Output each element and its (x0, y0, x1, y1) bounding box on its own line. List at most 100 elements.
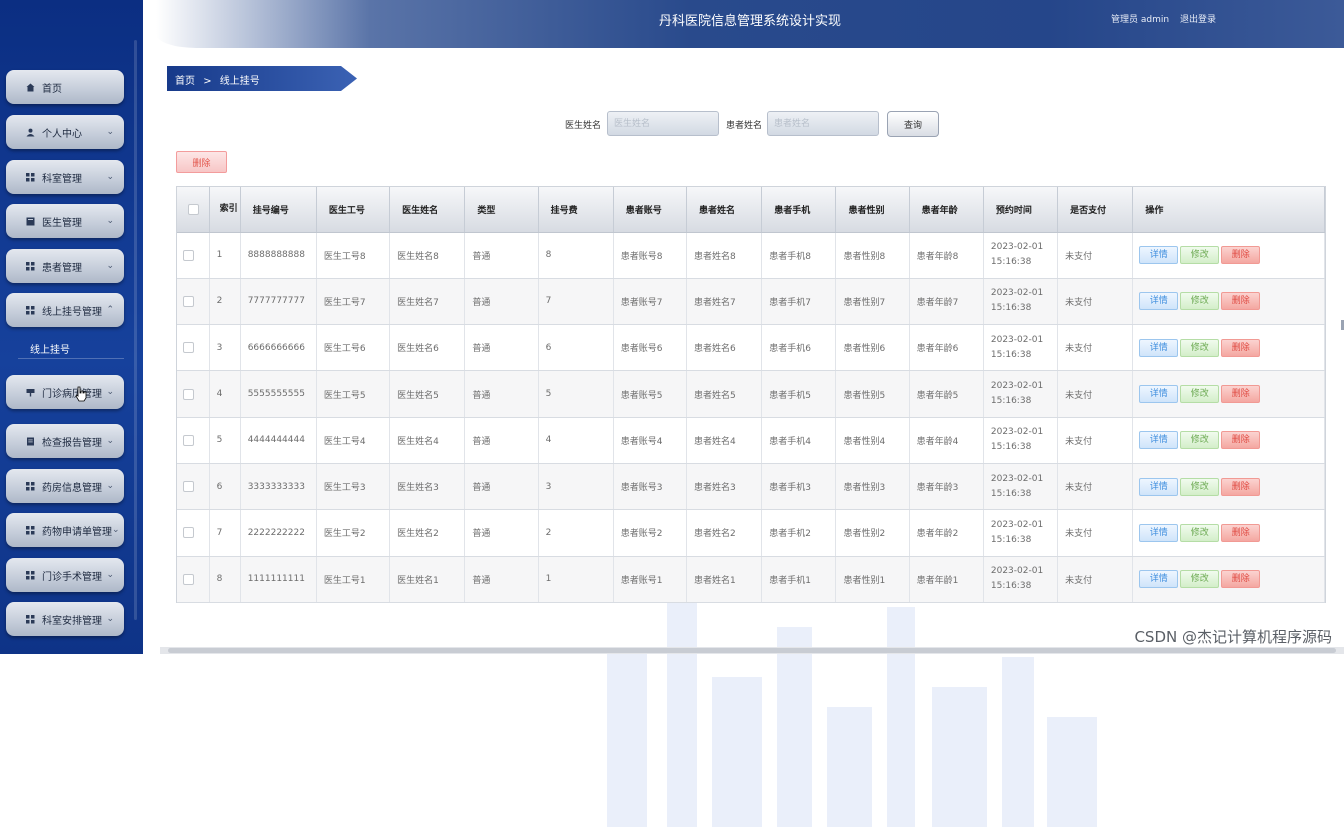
cell-doc-name: 医生姓名2 (389, 509, 466, 557)
cell-acct: 患者账号5 (613, 370, 688, 418)
row-checkbox-cell (177, 556, 210, 603)
delete-button[interactable]: 删除 (1221, 292, 1261, 311)
column-header: 类型 (464, 187, 539, 233)
cell-index: 7 (209, 509, 241, 557)
cell-paid: 未支付 (1057, 324, 1134, 372)
table-row: 6 3333333333 医生工号3 医生姓名3 普通 3 患者账号3 患者姓名3 患者手机3 患… (177, 463, 1325, 511)
cell-index: 3 (209, 324, 241, 372)
delete-button[interactable]: 删除 (1221, 338, 1261, 357)
logout-link[interactable]: 退出登录 (1180, 15, 1216, 25)
sidebar-item-4[interactable]: 患者管理 ⌄ (6, 249, 124, 283)
sidebar-item-8[interactable]: 药房信息管理 ⌄ (6, 469, 124, 503)
breadcrumb-current: 线上挂号 (219, 76, 260, 87)
delete-button[interactable]: 删除 (1221, 570, 1261, 589)
cell-acct: 患者账号7 (613, 278, 688, 326)
cell-phone: 患者手机7 (761, 278, 837, 326)
sidebar-subitem-online-registration[interactable]: 线上挂号 (30, 341, 70, 356)
row-checkbox[interactable] (183, 481, 194, 493)
doctor-name-input[interactable] (607, 111, 719, 136)
horizontal-scrollbar-thumb[interactable] (168, 648, 1336, 653)
cell-gender: 患者性别3 (835, 463, 910, 511)
cell-fee: 2 (538, 509, 614, 557)
breadcrumb-home[interactable]: 首页 (175, 76, 195, 87)
cell-doc-no: 医生工号5 (316, 370, 391, 418)
cell-phone: 患者手机1 (761, 556, 837, 603)
cell-age: 患者年龄4 (909, 417, 984, 464)
sidebar-item-label: 线上挂号管理 (42, 306, 102, 318)
cell-phone: 患者手机5 (761, 370, 837, 418)
row-checkbox[interactable] (183, 527, 194, 539)
table-row: 3 6666666666 医生工号6 医生姓名6 普通 6 患者账号6 患者姓名6 患者手机6 患… (177, 324, 1325, 372)
delete-button[interactable]: 删除 (1221, 385, 1261, 404)
column-header: 医生姓名 (389, 187, 466, 233)
detail-button[interactable]: 详情 (1139, 246, 1179, 265)
patient-name-input[interactable] (767, 111, 879, 136)
sidebar-item-0[interactable]: 首页 (6, 70, 124, 104)
cell-reg-no: 7777777777 (240, 278, 317, 326)
edit-button[interactable]: 修改 (1180, 385, 1220, 404)
home-icon (26, 83, 35, 92)
batch-delete-button[interactable]: 删除 (176, 151, 227, 173)
sidebar-item-1[interactable]: 个人中心 ⌄ (6, 115, 124, 149)
detail-button[interactable]: 详情 (1139, 477, 1179, 496)
edit-button[interactable]: 修改 (1180, 523, 1220, 542)
cell-gender: 患者性别7 (835, 278, 910, 326)
table-row: 4 5555555555 医生工号5 医生姓名5 普通 5 患者账号5 患者姓名5 患者手机5 患… (177, 370, 1325, 418)
select-all-checkbox[interactable] (188, 203, 199, 215)
detail-button[interactable]: 详情 (1139, 385, 1179, 404)
sidebar-item-9[interactable]: 药物申请单管理 ⌄ (6, 513, 124, 547)
row-checkbox[interactable] (183, 434, 194, 446)
row-checkbox[interactable] (183, 342, 194, 354)
delete-button[interactable]: 删除 (1221, 246, 1261, 265)
horizontal-scrollbar[interactable] (160, 647, 1344, 654)
edit-button[interactable]: 修改 (1180, 292, 1220, 311)
cell-pname: 患者姓名2 (686, 509, 763, 557)
detail-button[interactable]: 详情 (1139, 523, 1179, 542)
edit-button[interactable]: 修改 (1180, 477, 1220, 496)
grid-icon (26, 262, 35, 271)
sidebar-item-11[interactable]: 科室安排管理 ⌄ (6, 602, 124, 636)
csdn-watermark: CSDN @杰记计算机程序源码 (1134, 628, 1332, 646)
cell-reg-no: 5555555555 (240, 370, 317, 418)
detail-button[interactable]: 详情 (1139, 292, 1179, 311)
edit-button[interactable]: 修改 (1180, 338, 1220, 357)
edit-button[interactable]: 修改 (1180, 570, 1220, 589)
detail-button[interactable]: 详情 (1139, 338, 1179, 357)
delete-button[interactable]: 删除 (1221, 523, 1261, 542)
row-checkbox[interactable] (183, 573, 194, 585)
cell-time: 2023-02-01 15:16:38 (983, 556, 1059, 603)
chevron-down-icon: ⌄ (106, 387, 114, 397)
sidebar-item-3[interactable]: 医生管理 ⌄ (6, 204, 124, 238)
cell-paid: 未支付 (1057, 463, 1134, 511)
cell-pname: 患者姓名4 (686, 417, 763, 464)
column-header: 患者手机 (761, 187, 837, 233)
grid-icon (26, 306, 35, 315)
detail-button[interactable]: 详情 (1139, 570, 1179, 589)
delete-button[interactable]: 删除 (1221, 477, 1261, 496)
cell-type: 普通 (464, 324, 539, 372)
sidebar-scrollbar[interactable] (134, 40, 137, 620)
query-button[interactable]: 查询 (887, 111, 939, 137)
chevron-down-icon: ⌄ (106, 216, 114, 226)
sidebar-item-5[interactable]: 线上挂号管理 ⌃ (6, 293, 124, 327)
cell-age: 患者年龄7 (909, 278, 984, 326)
edit-button[interactable]: 修改 (1180, 431, 1220, 450)
sidebar-item-label: 药房信息管理 (42, 482, 102, 494)
table-row: 2 7777777777 医生工号7 医生姓名7 普通 7 患者账号7 患者姓名7 患者手机7 患… (177, 278, 1325, 326)
sidebar-item-10[interactable]: 门诊手术管理 ⌄ (6, 558, 124, 592)
sidebar-item-6[interactable]: 门诊病历管理 ⌄ (6, 375, 124, 409)
sidebar-item-2[interactable]: 科室管理 ⌄ (6, 160, 124, 194)
sidebar-item-7[interactable]: 检查报告管理 ⌄ (6, 424, 124, 458)
row-checkbox[interactable] (183, 249, 194, 261)
edit-button[interactable]: 修改 (1180, 246, 1220, 265)
cell-time: 2023-02-01 15:16:38 (983, 278, 1059, 326)
row-actions: 详情 修改 删除 (1132, 278, 1325, 326)
row-checkbox[interactable] (183, 388, 194, 400)
doctor-name-label: 医生姓名 (565, 121, 602, 131)
cell-acct: 患者账号8 (613, 232, 688, 279)
sidebar-item-label: 患者管理 (42, 262, 82, 274)
delete-button[interactable]: 删除 (1221, 431, 1261, 450)
row-checkbox[interactable] (183, 295, 194, 307)
detail-button[interactable]: 详情 (1139, 431, 1179, 450)
select-all-header[interactable] (177, 187, 210, 233)
